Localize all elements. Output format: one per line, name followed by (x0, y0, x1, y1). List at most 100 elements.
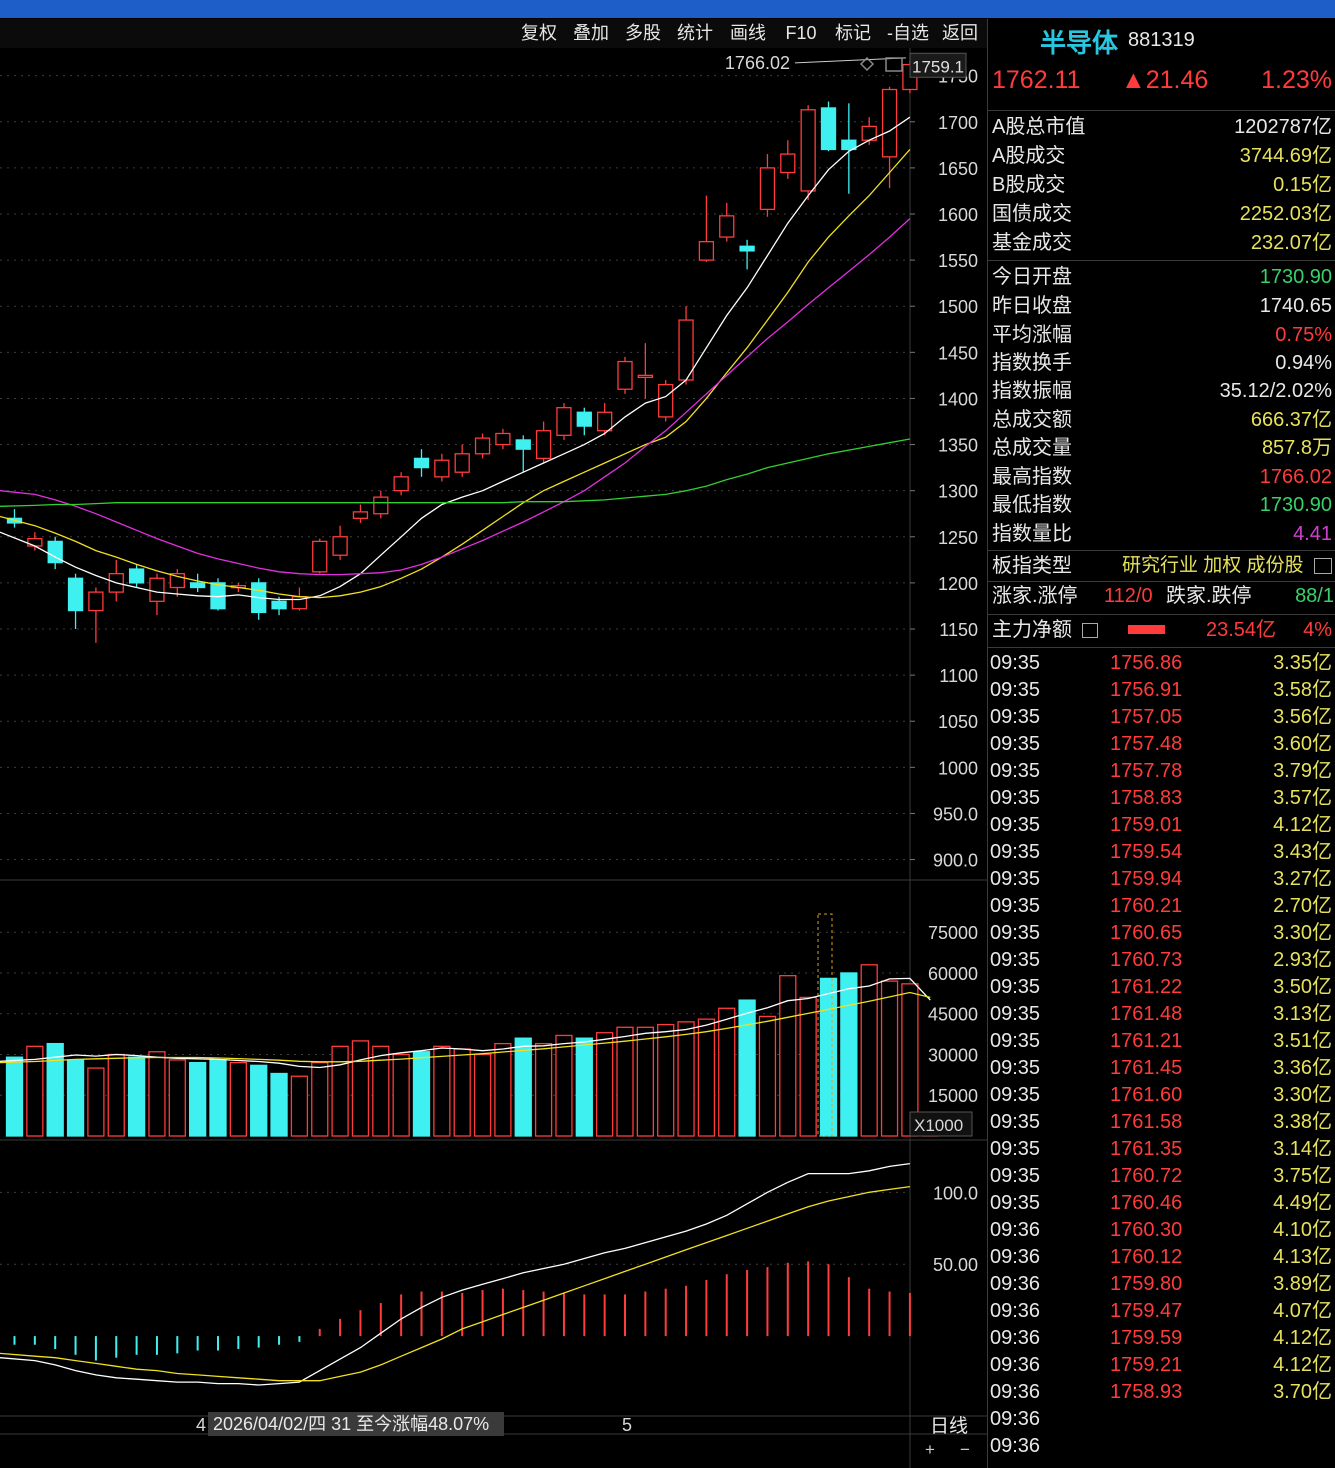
remove-watchlist-button[interactable]: -自选 (880, 19, 936, 48)
tick-price: 1759.59 (1110, 1327, 1183, 1349)
tick-row: 09:35 1758.83 3.57亿 (988, 785, 1335, 812)
volume-bar (616, 1026, 634, 1137)
statistics-button[interactable]: 统计 (670, 19, 720, 48)
tick-row: 09:35 1761.58 3.38亿 (988, 1109, 1335, 1136)
tick-amount: 3.51亿 (1273, 1030, 1332, 1052)
volume-bar (534, 1042, 553, 1137)
price-axis-label: 1550 (938, 251, 978, 271)
zoom-out-button[interactable]: − (960, 1440, 970, 1459)
list-icon[interactable] (1082, 623, 1098, 638)
volume-bar (127, 1056, 146, 1137)
stat-value: 232.07亿 (1250, 232, 1332, 254)
stat-row: 最高指数 1766.02 (988, 463, 1335, 491)
tick-price: 1758.93 (1110, 1381, 1183, 1403)
candle-body (739, 245, 755, 252)
volume-bar (168, 1059, 186, 1137)
candle-body (535, 430, 552, 460)
main-flow-value: 23.54亿 (1206, 619, 1277, 641)
volume-bar (575, 1037, 593, 1137)
candle-body (474, 437, 491, 455)
tick-time: 09:35 (990, 1003, 1041, 1025)
updown-row: 涨家.涨停 112/0 跌家.跌停 88/1 (988, 582, 1335, 610)
tick-amount: 3.79亿 (1273, 760, 1332, 782)
back-button[interactable]: 返回 (936, 19, 984, 48)
tick-amount: 3.60亿 (1273, 733, 1332, 755)
candle-body (67, 577, 84, 612)
tick-row: 09:35 1760.65 3.30亿 (988, 920, 1335, 947)
ma-line-magenta (0, 218, 911, 576)
volume-bar (290, 1075, 309, 1137)
tick-time: 09:35 (990, 868, 1041, 890)
overlay-button[interactable]: 叠加 (566, 19, 616, 48)
tick-time: 09:36 (990, 1408, 1041, 1430)
tick-price: 1761.22 (1110, 976, 1183, 998)
mark-button[interactable]: 标记 (828, 19, 878, 48)
period-label: 日线 (930, 1415, 968, 1437)
volume-bar (636, 1026, 654, 1137)
candle-body (597, 411, 613, 432)
tick-price: 1761.58 (1110, 1111, 1183, 1133)
stat-row: A股总市值 1202787亿 (988, 113, 1335, 141)
price-axis-label: 1250 (938, 528, 978, 548)
volume-bar (880, 980, 899, 1137)
price-axis-label: 1400 (938, 389, 978, 409)
draw-line-button[interactable]: 画线 (722, 19, 774, 48)
tick-row: 09:35 1759.01 4.12亿 (988, 812, 1335, 839)
volume-axis-label: 15000 (928, 1086, 978, 1106)
candle-body (373, 496, 389, 515)
candle-body (881, 88, 898, 158)
tick-price: 1757.78 (1110, 760, 1183, 782)
volume-bar (66, 1059, 85, 1137)
volume-axis-label: 60000 (928, 964, 978, 984)
volume-bar (514, 1037, 532, 1137)
f10-button[interactable]: F10 (776, 19, 826, 48)
multi-stock-button[interactable]: 多股 (618, 19, 668, 48)
restore-rights-button[interactable]: 复权 (514, 19, 564, 48)
tick-price: 1761.21 (1110, 1030, 1183, 1052)
tick-amount: 3.36亿 (1273, 1057, 1332, 1079)
divider (988, 550, 1335, 551)
volume-bar (270, 1072, 288, 1137)
stat-value: 35.12/2.02% (1219, 380, 1332, 402)
tick-price: 1761.60 (1110, 1084, 1183, 1106)
candle-body (352, 511, 369, 519)
tick-amount: 3.75亿 (1273, 1165, 1332, 1187)
volume-bar (657, 1023, 675, 1137)
zoom-in-button[interactable]: + (925, 1440, 935, 1459)
tick-row: 09:35 1757.78 3.79亿 (988, 758, 1335, 785)
stat-value: 1766.02 (1259, 466, 1332, 488)
stat-label: 总成交额 (992, 409, 1072, 431)
stat-label: 最高指数 (992, 466, 1072, 488)
volume-bar (433, 1045, 451, 1137)
month-label: 5 (622, 1415, 632, 1435)
tick-time: 09:36 (990, 1246, 1041, 1268)
kline-chart-area[interactable]: 1750170016501600155015001450140013501300… (0, 48, 987, 1468)
stat-row: A股成交 3744.69亿 (988, 142, 1335, 170)
candle-body (556, 407, 572, 436)
tick-row: 09:35 1760.21 2.70亿 (988, 893, 1335, 920)
stat-value: 0.94% (1275, 352, 1332, 374)
indicator-axis-label: 50.00 (933, 1255, 978, 1275)
stat-label: 基金成交 (992, 232, 1072, 254)
list-icon[interactable] (1314, 558, 1332, 574)
index-name: 半导体 (1040, 28, 1119, 58)
divider (988, 614, 1335, 615)
price-axis-label: 1000 (938, 758, 978, 778)
stat-value: 857.8万 (1261, 437, 1332, 459)
price-axis-label: 1500 (938, 297, 978, 317)
kline-chart[interactable]: 1750170016501600155015001450140013501300… (0, 48, 987, 1468)
tick-row: 09:35 1757.48 3.60亿 (988, 731, 1335, 758)
down-count-label: 跌家.跌停 (1166, 585, 1252, 607)
candle-body (413, 457, 430, 469)
stat-label: A股成交 (992, 145, 1066, 167)
tick-price: 1759.01 (1110, 814, 1183, 836)
volume-bar (188, 1061, 207, 1137)
tick-time: 09:35 (990, 760, 1041, 782)
quote-panel: 半导体 881319 1762.11 ▲21.46 1.23% A股总市值 120… (987, 19, 1335, 1468)
volume-bar (5, 1056, 24, 1137)
tick-amount: 3.30亿 (1273, 922, 1332, 944)
stat-value: 1202787亿 (1234, 116, 1332, 138)
price-axis-label: 900.0 (933, 851, 978, 871)
index-code: 881319 (1128, 29, 1195, 51)
tick-row: 09:36 1759.80 3.89亿 (988, 1271, 1335, 1298)
